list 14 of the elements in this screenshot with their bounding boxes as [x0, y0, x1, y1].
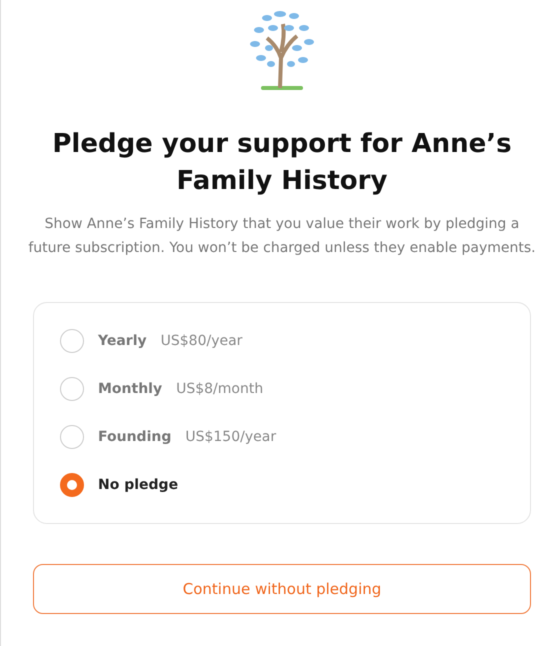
radio-button[interactable] — [60, 425, 84, 449]
radio-button[interactable] — [60, 329, 84, 353]
option-label[interactable]: Monthly — [98, 381, 162, 397]
option-price: US$8/month — [176, 381, 264, 397]
continue-button[interactable]: Continue without pledging — [33, 564, 531, 614]
radio-button[interactable] — [60, 377, 84, 401]
option-label[interactable]: Yearly — [98, 333, 147, 349]
description: Show Anne’s Family History that you value their work by pledging a future subscription. You won’t be charged unless they enable payments. — [27, 215, 537, 258]
option-price: US$80/year — [160, 333, 242, 349]
option-label[interactable]: No pledge — [98, 477, 178, 493]
page-title: Pledge your support for Anne’s Family History — [51, 128, 513, 198]
radio-button[interactable] — [60, 473, 84, 497]
option-price: US$150/year — [185, 429, 276, 445]
option-label[interactable]: Founding — [98, 429, 172, 445]
